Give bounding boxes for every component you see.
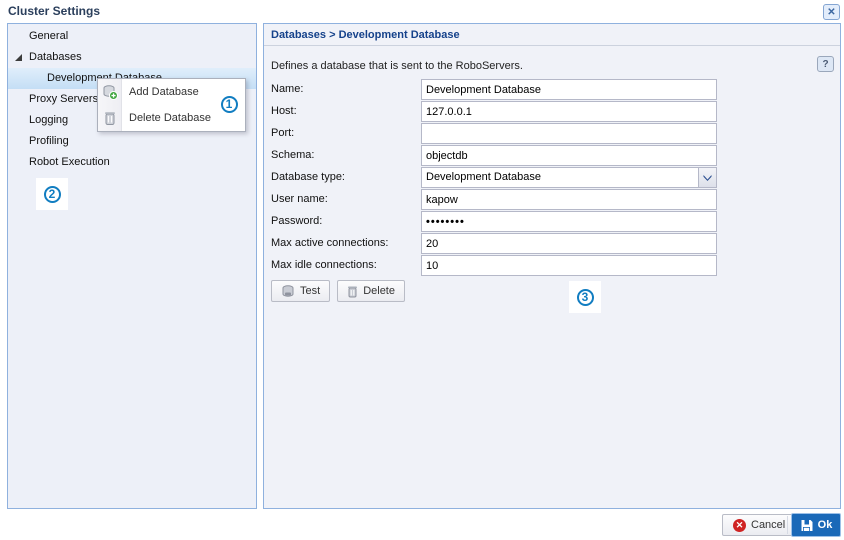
form-row-host: Host: <box>271 101 731 123</box>
ok-button[interactable]: Ok <box>791 513 841 537</box>
port-field[interactable] <box>421 123 717 144</box>
host-field[interactable] <box>421 101 717 122</box>
cancel-x-icon: ✕ <box>733 518 746 532</box>
breadcrumb: Databases > Development Database <box>264 24 840 46</box>
form-row-port: Port: <box>271 123 731 145</box>
user-name-field[interactable] <box>421 189 717 210</box>
cancel-button[interactable]: ✕ Cancel <box>722 514 797 536</box>
annotation-number: 2 <box>43 185 61 203</box>
database-add-icon <box>103 85 118 100</box>
database-actions: Test Delete <box>271 280 405 302</box>
user-name-label: User name: <box>271 193 328 205</box>
annotation-marker-3: 3 <box>569 281 601 313</box>
schema-label: Schema: <box>271 149 315 161</box>
tree-item-label: General <box>29 30 69 42</box>
form-row-password: Password: <box>271 211 731 233</box>
menu-item-label: Add Database <box>129 86 199 98</box>
max-idle-connections-label: Max idle connections: <box>271 259 377 271</box>
tree-item-label: Profiling <box>29 135 69 147</box>
tree-expanded-icon[interactable] <box>14 53 23 62</box>
annotation-marker-1: 1 <box>213 88 245 120</box>
tree-item-label: Logging <box>29 114 69 126</box>
cluster-settings-dialog: Cluster Settings ✕ General Databases Dev… <box>0 0 844 540</box>
tree-item-label: Databases <box>29 51 82 63</box>
form-row-database-type: Database type: Development Database <box>271 167 731 189</box>
cancel-button-label: Cancel <box>751 519 786 531</box>
chevron-down-icon[interactable] <box>698 168 716 187</box>
form-row-name: Name: <box>271 79 731 101</box>
menu-item-label: Delete Database <box>129 112 211 124</box>
form-row-schema: Schema: <box>271 145 731 167</box>
save-icon <box>801 519 813 531</box>
tree-item-robot-execution[interactable]: Robot Execution <box>8 152 256 173</box>
database-type-select[interactable]: Development Database <box>421 167 717 188</box>
help-icon[interactable]: ? <box>817 56 834 72</box>
form-row-max-active: Max active connections: <box>271 233 731 255</box>
name-label: Name: <box>271 83 304 95</box>
trash-icon <box>348 286 358 297</box>
schema-field[interactable] <box>421 145 717 166</box>
tree-item-general[interactable]: General <box>8 26 256 47</box>
test-button-label: Test <box>300 285 321 297</box>
tree-item-label: Proxy Servers <box>29 93 99 105</box>
port-label: Port: <box>271 127 295 139</box>
test-button[interactable]: Test <box>271 280 331 302</box>
footer-separator <box>787 516 788 534</box>
trash-icon <box>105 112 115 125</box>
name-field[interactable] <box>421 79 717 100</box>
max-active-connections-field[interactable] <box>421 233 717 254</box>
close-icon[interactable]: ✕ <box>823 4 840 20</box>
max-active-connections-label: Max active connections: <box>271 237 389 249</box>
tree-item-databases[interactable]: Databases <box>8 47 256 68</box>
delete-button[interactable]: Delete <box>337 280 405 302</box>
tree-item-label: Robot Execution <box>29 156 110 168</box>
annotation-number: 1 <box>220 95 238 113</box>
tree-item-profiling[interactable]: Profiling <box>8 131 256 152</box>
ok-button-label: Ok <box>817 519 833 531</box>
annotation-marker-2: 2 <box>36 178 68 210</box>
password-label: Password: <box>271 215 323 227</box>
annotation-number: 3 <box>576 288 594 306</box>
form-row-user-name: User name: <box>271 189 731 211</box>
delete-button-label: Delete <box>363 285 395 297</box>
database-test-icon <box>282 284 294 297</box>
panel-description: Defines a database that is sent to the R… <box>271 60 523 72</box>
window-title: Cluster Settings <box>8 4 101 18</box>
form-row-max-idle: Max idle connections: <box>271 255 731 277</box>
database-type-label: Database type: <box>271 171 345 183</box>
database-type-value: Development Database <box>426 171 541 183</box>
host-label: Host: <box>271 105 297 117</box>
password-field[interactable] <box>421 211 717 232</box>
max-idle-connections-field[interactable] <box>421 255 717 276</box>
settings-detail-panel: Databases > Development Database Defines… <box>263 23 841 509</box>
